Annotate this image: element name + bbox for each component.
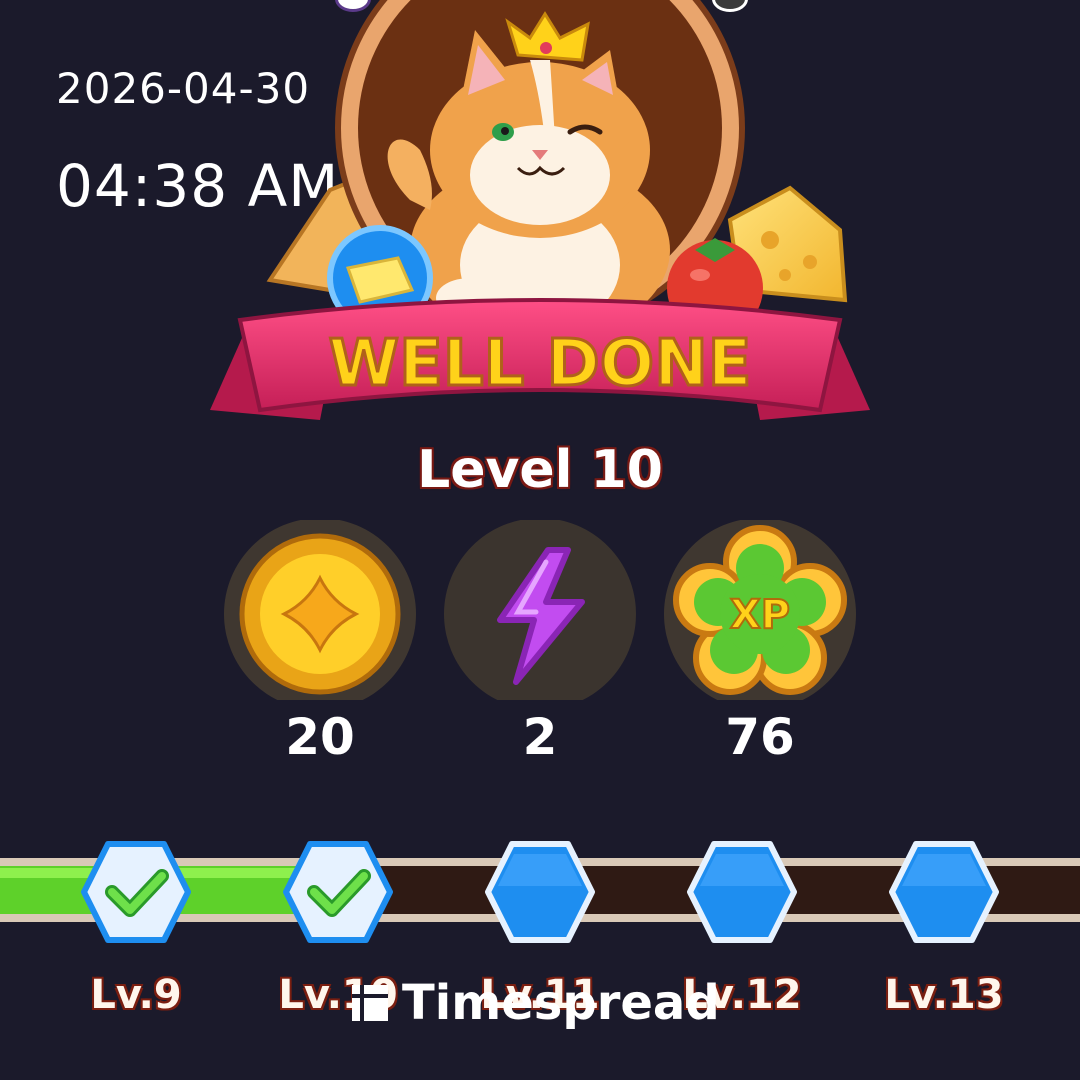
svg-text:XP: XP [730,592,790,638]
level-node-4 [686,836,798,948]
reward-coin [210,518,430,710]
well-done-title: WELL DONE [329,327,752,401]
reward-xp: XP [650,518,870,710]
locked-level-icon [687,841,797,943]
locked-level-icon [485,841,595,943]
level-node-1 [80,836,192,948]
watermark: Timespread [352,975,720,1031]
reward-xp-value: 76 [725,708,795,766]
level-title: Level 10 [417,440,663,500]
level-node-2 [282,836,394,948]
level-node-5 [888,836,1000,948]
level-label: Lv.13 [884,972,1004,1018]
locked-level-icon [889,841,999,943]
checkmark-icon [81,841,191,943]
xp-flower-icon: XP [664,518,856,710]
reward-coin-value: 20 [285,708,355,766]
level-label: Lv.9 [90,972,182,1018]
well-done-banner: WELL DONE [210,0,870,420]
reward-energy [430,518,650,710]
watermark-logo-icon [352,985,388,1021]
checkmark-icon [283,841,393,943]
level-node-3 [484,836,596,948]
coin-icon [224,518,416,710]
energy-bolt-icon [444,518,636,710]
reward-energy-value: 2 [522,708,558,766]
